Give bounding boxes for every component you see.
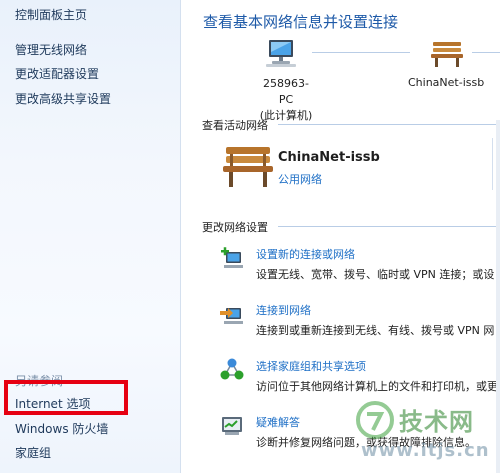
map-connector-line [312, 52, 410, 53]
control-panel-home-link[interactable]: 控制面板主页 [15, 6, 87, 23]
watermark-url: www.itjs.cn [361, 440, 490, 461]
windows-firewall-link[interactable]: Windows 防火墙 [15, 420, 108, 437]
change-adapter-settings-link[interactable]: 更改适配器设置 [15, 65, 99, 82]
watermark: 技术网 www.itjs.cn [355, 400, 500, 468]
troubleshoot-link[interactable]: 疑难解答 [256, 414, 300, 430]
manage-wireless-link[interactable]: 管理无线网络 [15, 41, 87, 58]
computer-name: 258963-PC [263, 77, 309, 106]
active-networks-divider [278, 124, 500, 125]
public-network-icon [431, 42, 463, 67]
active-network-name: ChinaNet-issb [278, 150, 380, 165]
connect-to-network-link[interactable]: 连接到网络 [256, 302, 311, 318]
active-networks-header: 查看活动网络 [202, 119, 268, 132]
change-settings-header: 更改网络设置 [202, 221, 268, 234]
active-network-type-link[interactable]: 公用网络 [278, 171, 322, 187]
map-connector-line-right [472, 52, 500, 53]
page-title: 查看基本网络信息并设置连接 [203, 13, 399, 31]
red-highlight-box [4, 380, 128, 415]
change-settings-divider [278, 226, 500, 227]
homegroup-sharing-desc: 访问位于其他网络计算机上的文件和打印机，或更 [256, 380, 498, 393]
troubleshoot-icon [222, 417, 242, 435]
network-map-name: ChinaNet-issb [408, 76, 485, 89]
setup-new-connection-desc: 设置无线、宽带、拨号、临时或 VPN 连接；或设 [256, 268, 495, 281]
new-connection-icon [221, 247, 243, 268]
connect-network-icon [220, 308, 243, 324]
active-network-icon [223, 147, 273, 187]
computer-icon [266, 40, 296, 67]
watermark-logo-icon [356, 401, 394, 439]
sidebar: 控制面板主页 管理无线网络 更改适配器设置 更改高级共享设置 另请参阅 Inte… [0, 0, 181, 473]
homegroup-icon [220, 358, 244, 380]
advanced-sharing-link[interactable]: 更改高级共享设置 [15, 90, 111, 107]
watermark-text: 技术网 [399, 408, 474, 436]
homegroup-link[interactable]: 家庭组 [15, 444, 51, 461]
homegroup-sharing-link[interactable]: 选择家庭组和共享选项 [256, 358, 366, 374]
connect-to-network-desc: 连接到或重新连接到无线、有线、拨号或 VPN 网 [256, 324, 495, 337]
setup-new-connection-link[interactable]: 设置新的连接或网络 [256, 246, 355, 262]
active-network-separator [492, 138, 493, 190]
